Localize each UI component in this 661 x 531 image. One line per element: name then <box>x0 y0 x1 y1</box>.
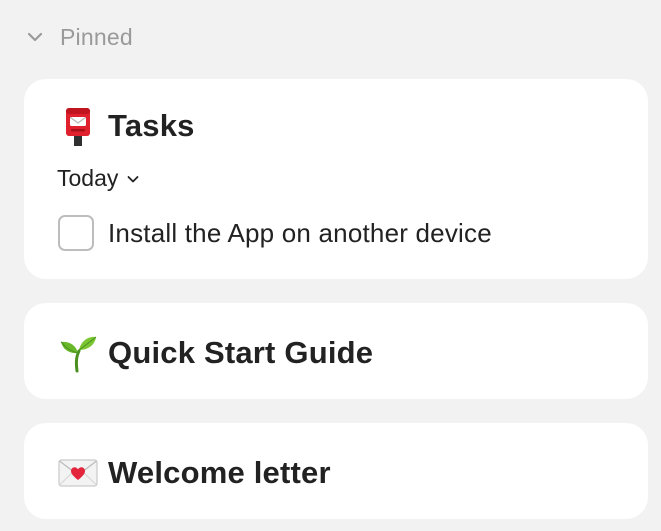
task-checkbox[interactable] <box>58 215 94 251</box>
welcome-letter-card[interactable]: Welcome letter <box>24 423 648 519</box>
welcome-letter-title: Welcome letter <box>108 455 331 490</box>
pinned-section-toggle[interactable]: Pinned <box>24 22 133 52</box>
chevron-down-icon <box>124 170 142 188</box>
tasks-card-header[interactable]: Tasks <box>58 106 195 146</box>
chevron-down-icon <box>24 26 46 48</box>
postbox-icon <box>58 106 98 146</box>
quick-start-guide-title: Quick Start Guide <box>108 335 374 370</box>
task-label: Install the App on another device <box>108 217 492 248</box>
seedling-icon <box>58 333 98 373</box>
pinned-panel: Pinned Tasks Today Install the App on an… <box>0 0 661 531</box>
pinned-section-title: Pinned <box>60 23 133 50</box>
quick-start-guide-card[interactable]: Quick Start Guide <box>24 303 648 399</box>
task-item[interactable]: Install the App on another device <box>58 215 492 251</box>
today-filter-label: Today <box>57 165 119 191</box>
quick-start-guide-header[interactable]: Quick Start Guide <box>58 333 373 373</box>
tasks-card-title: Tasks <box>108 108 195 143</box>
today-filter-dropdown[interactable]: Today <box>57 165 142 192</box>
love-letter-icon <box>58 453 98 493</box>
tasks-card[interactable]: Tasks Today Install the App on another d… <box>24 79 648 279</box>
welcome-letter-header[interactable]: Welcome letter <box>58 453 331 493</box>
